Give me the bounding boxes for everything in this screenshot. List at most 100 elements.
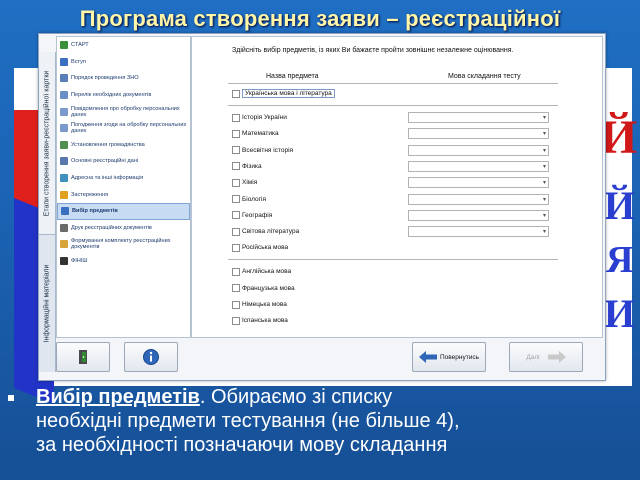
chevron-down-icon: ▾ [542, 147, 546, 154]
column-subject-name: Назва предмета [266, 73, 319, 80]
printer-icon [60, 223, 68, 232]
vertical-tab-bar: Етапи створення заяви-реєстраційної карт… [39, 52, 56, 372]
exit-door-icon [79, 350, 87, 364]
bullet-section: Вибір предметів. Обираємо зі списку необ… [0, 384, 640, 480]
subject-label: Французька мова [242, 284, 295, 292]
subject-checkbox[interactable] [232, 113, 240, 122]
subject-checkbox[interactable] [232, 195, 240, 203]
stage-item[interactable]: Погодження згоди на обробку персональних… [57, 120, 190, 137]
subject-checkbox[interactable] [232, 284, 240, 293]
chevron-down-icon: ▾ [542, 115, 546, 121]
stage-item[interactable]: Формування комплекту реєстраційних докум… [57, 236, 190, 253]
stage-item[interactable]: Перелік необхідних документів [57, 87, 190, 104]
subject-row: Англійська мова [232, 265, 291, 278]
registration-app-window: Етапи створення заяви-реєстраційної карт… [38, 33, 606, 381]
info-button[interactable] [124, 342, 178, 372]
subject-row: Географія [232, 209, 272, 222]
stage-item[interactable]: Застереження [57, 186, 190, 203]
subject-checkbox[interactable] [232, 316, 240, 325]
subject-checkbox[interactable] [232, 162, 240, 171]
passport-icon [60, 140, 68, 149]
stage-item[interactable]: Адресна та інші інформація [57, 170, 190, 187]
subject-checkbox[interactable] [232, 129, 240, 138]
subject-checkbox[interactable] [232, 227, 240, 236]
subject-row: Французька мова [232, 282, 295, 295]
subject-checkbox[interactable] [232, 243, 240, 252]
decorative-letter: И [604, 291, 636, 336]
decorative-letter: Й [604, 183, 636, 228]
subject-label: Англійська мова [242, 268, 292, 276]
subject-row: Всесвітня історія [232, 144, 293, 157]
column-test-language: Мова складання тесту [448, 73, 521, 80]
subject-selection-panel: Здійсніть вибір предметів, із яких Ви ба… [191, 36, 603, 338]
warning-icon [60, 190, 68, 199]
document-icon [60, 124, 68, 133]
stage-item[interactable]: СТАРТ [57, 37, 190, 54]
chevron-down-icon: ▾ [542, 229, 546, 236]
language-select[interactable]: ▾ [408, 160, 549, 172]
stage-item[interactable]: Вибір предметів [57, 202, 190, 220]
subject-row: Біологія [232, 193, 266, 206]
language-select[interactable]: ▾ [408, 193, 549, 205]
language-select[interactable]: ▾ [408, 177, 549, 189]
subject-checkbox[interactable] [232, 89, 240, 98]
bullet-marker [8, 395, 14, 401]
tab-registration-stages[interactable]: Етапи створення заяви-реєстраційної карт… [39, 52, 55, 235]
address-icon [60, 174, 68, 183]
subject-checkbox[interactable] [232, 300, 240, 309]
language-select[interactable]: ▾ [408, 128, 549, 140]
subject-label: Хімія [242, 179, 258, 187]
subject-row: Українська мова і література [232, 87, 335, 100]
subject-label: Світова література [242, 228, 300, 236]
subject-label: Географія [242, 211, 273, 219]
chevron-down-icon: ▾ [542, 212, 546, 219]
folder-icon [60, 240, 68, 249]
subject-row: Історія України [232, 111, 287, 124]
book-icon [60, 74, 68, 83]
arrow-left-icon [419, 351, 437, 363]
back-button[interactable]: Повернутись [412, 342, 486, 372]
subject-row: Фізика [232, 160, 262, 173]
stage-item[interactable]: Установлення громадянства [57, 137, 190, 154]
stage-item[interactable]: Повідомлення про обробку персональних да… [57, 103, 190, 120]
tab-info-materials[interactable]: Інформаційні матеріали [39, 238, 55, 368]
next-button[interactable]: Далі [509, 342, 583, 372]
stage-item[interactable]: Основні реєстраційні дані [57, 153, 190, 170]
info-icon [60, 57, 68, 66]
stage-item[interactable]: ФІНІШ [57, 253, 190, 270]
language-select[interactable]: ▾ [408, 144, 549, 156]
subject-label: Українська мова і література [242, 89, 335, 98]
subject-row: Світова література [232, 225, 299, 238]
subject-row: Російська мова [232, 241, 288, 254]
checklist-icon [61, 207, 69, 216]
divider [228, 83, 558, 84]
subject-label: Іспанська мова [242, 317, 288, 325]
exit-button[interactable] [56, 342, 110, 372]
divider [228, 259, 558, 261]
language-select[interactable]: ▾ [408, 112, 549, 123]
chevron-down-icon: ▾ [542, 196, 546, 203]
bullet-lead: Вибір предметів [36, 386, 200, 408]
slide-title: Програма створення заяви – реєстраційної [79, 6, 561, 31]
chevron-down-icon: ▾ [542, 163, 546, 170]
arrow-right-icon [547, 351, 566, 363]
decorative-letter: Я [606, 239, 634, 281]
bullet-text: Вибір предметів. Обираємо зі списку необ… [36, 386, 460, 456]
subject-checkbox[interactable] [232, 267, 240, 276]
subject-label: Фізика [242, 162, 262, 170]
flag-icon [60, 41, 68, 50]
stage-item[interactable]: Порядок проведення ЗНО [57, 70, 190, 87]
stage-list: СТАРТ Вступ Порядок проведення ЗНО Перелік … [56, 36, 191, 338]
subject-label: Німецька мова [242, 301, 287, 308]
language-select[interactable]: ▾ [408, 226, 549, 238]
subject-row: Математика [232, 127, 279, 140]
subject-checkbox[interactable] [232, 178, 240, 187]
language-select[interactable]: ▾ [408, 209, 549, 221]
stage-item[interactable]: Друк реєстраційних документів [57, 220, 190, 237]
chevron-down-icon: ▾ [542, 180, 546, 187]
stage-item[interactable]: Вступ [57, 54, 190, 71]
subject-checkbox[interactable] [232, 146, 240, 155]
divider [228, 105, 558, 106]
subject-label: Математика [242, 130, 279, 138]
subject-checkbox[interactable] [232, 211, 240, 220]
